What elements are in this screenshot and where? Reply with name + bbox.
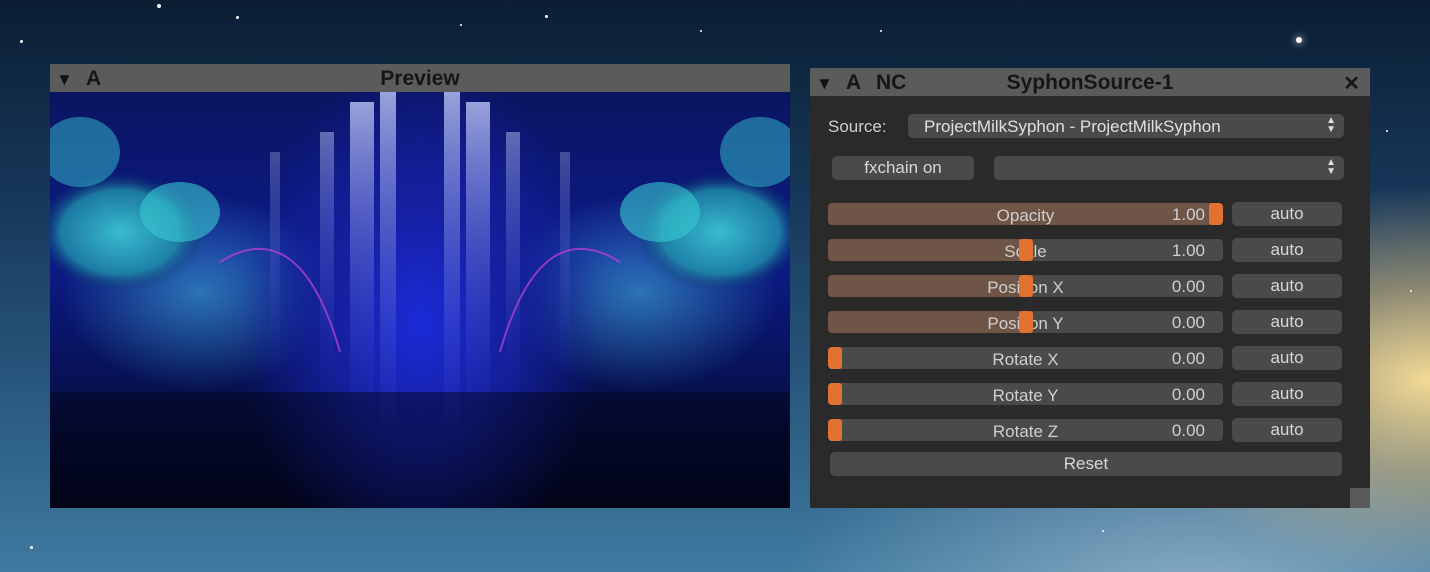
slider-track[interactable]: Position Y 0.00 (828, 311, 1223, 333)
auto-button[interactable]: auto (1232, 346, 1342, 370)
slider-track[interactable]: Rotate X 0.00 (828, 347, 1223, 369)
syphon-title: SyphonSource-1 (1006, 71, 1174, 94)
fxchain-toggle-button[interactable]: fxchain on (832, 156, 974, 180)
resize-handle[interactable] (1350, 488, 1370, 508)
slider-track[interactable]: Opacity 1.00 (828, 203, 1223, 225)
syphon-titlebar[interactable]: ▼ A NC SyphonSource-1 ✕ (810, 68, 1370, 96)
preview-image (50, 92, 790, 508)
preview-title: Preview (380, 67, 460, 90)
slider-knob[interactable] (828, 347, 842, 369)
slider-knob[interactable] (1019, 311, 1033, 333)
slider-value: 1.00 (1171, 241, 1205, 260)
auto-button[interactable]: auto (1232, 202, 1342, 226)
slider-knob[interactable] (1209, 203, 1223, 225)
auto-button[interactable]: auto (1232, 418, 1342, 442)
select-arrows-icon: ▲ ▼ (1326, 157, 1336, 177)
slider-value: 0.00 (1171, 313, 1205, 332)
slider-track[interactable]: Rotate Z 0.00 (828, 419, 1223, 441)
slider-knob[interactable] (828, 383, 842, 405)
preview-window: ▼ A Preview (50, 64, 790, 508)
slider-label: Rotate X (992, 350, 1059, 369)
slider-track[interactable]: Rotate Y 0.00 (828, 383, 1223, 405)
auto-button[interactable]: auto (1232, 238, 1342, 262)
source-select-value: ProjectMilkSyphon - ProjectMilkSyphon (924, 117, 1221, 136)
slider-knob[interactable] (1019, 239, 1033, 261)
slider-knob[interactable] (1019, 275, 1033, 297)
slider-track[interactable]: Position X 0.00 (828, 275, 1223, 297)
auto-button[interactable]: auto (1232, 274, 1342, 298)
select-arrows-icon: ▲ ▼ (1326, 115, 1336, 135)
source-label: Source: (828, 117, 887, 136)
slider-value: 1.00 (1171, 205, 1205, 224)
source-select[interactable]: ProjectMilkSyphon - ProjectMilkSyphon ▲ ▼ (908, 114, 1344, 138)
slider-track[interactable]: Scale1.00 (828, 239, 1223, 261)
slider-value: 0.00 (1171, 277, 1205, 296)
slider-label: Rotate Z (992, 422, 1059, 441)
syphon-source-window: ▼ A NC SyphonSource-1 ✕ Source: ProjectM… (810, 68, 1370, 508)
preview-titlebar[interactable]: ▼ A Preview (50, 64, 790, 92)
slider-value: 0.00 (1171, 385, 1205, 404)
slider-value: 0.00 (1171, 421, 1205, 440)
auto-button[interactable]: auto (1232, 310, 1342, 334)
fxchain-select[interactable]: ▲ ▼ (994, 156, 1344, 180)
reset-button[interactable]: Reset (830, 452, 1342, 476)
close-icon[interactable]: ✕ (1343, 71, 1360, 96)
slider-knob[interactable] (828, 419, 842, 441)
slider-value: 0.00 (1171, 349, 1205, 368)
auto-button[interactable]: auto (1232, 382, 1342, 406)
slider-label: Rotate Y (992, 386, 1059, 405)
slider-label: Opacity (996, 206, 1055, 225)
